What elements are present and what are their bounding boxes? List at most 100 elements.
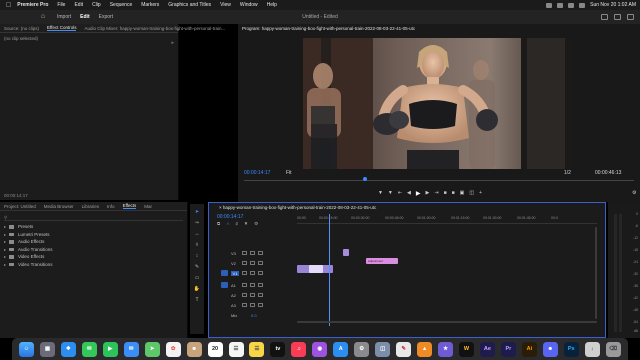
menu-file[interactable]: File [57,2,65,8]
program-current-timecode[interactable]: 00:00:14:17 [244,170,270,176]
after-effects-icon[interactable]: Ae [479,341,495,357]
calendar-icon[interactable]: 20 [207,341,223,357]
effects-item-audio-transitions[interactable]: ▸ Audio Transitions [0,246,187,254]
mic-icon[interactable] [258,293,263,297]
mix-value[interactable]: 0.0 [251,313,257,318]
solo-icon[interactable] [250,303,255,307]
trash-icon[interactable]: ⌫ [605,341,621,357]
control-center-icon[interactable] [579,2,586,8]
track-target[interactable] [221,292,228,298]
step-back-icon[interactable]: ◀ [407,190,411,197]
podcasts-icon[interactable]: ◉ [312,341,328,357]
photos-icon[interactable]: ✿ [165,341,181,357]
timeline-sequence-name[interactable]: happy-woman-training-box-fight-with-pers… [223,205,376,210]
finder-icon[interactable]: ☺ [18,341,34,357]
quick-export-icon[interactable] [614,14,621,20]
eye-icon[interactable] [258,261,263,265]
mute-icon[interactable] [242,303,247,307]
sync-icon[interactable] [250,261,255,265]
lock-icon[interactable] [242,261,247,265]
music-icon[interactable]: ♫ [291,341,307,357]
discord-icon[interactable]: ☻ [542,341,558,357]
premiere-icon[interactable]: Pr [500,341,516,357]
tab-info[interactable]: Info [107,204,115,209]
insert-overwrite-icon[interactable]: ⧉ [217,221,220,227]
track-header-mix[interactable]: Mix 0.0 [209,311,297,319]
tab-project[interactable]: Project: Untitled [4,204,36,209]
timeline-timecode[interactable]: 00:00:14:17 [217,214,243,220]
tab-media-browser[interactable]: Media Browser [44,204,74,209]
illustrator-icon[interactable]: Ai [521,341,537,357]
mute-icon[interactable] [242,283,247,287]
mic-icon[interactable] [258,283,263,287]
snap-icon[interactable]: ∩ [226,221,229,227]
workspaces-icon[interactable] [601,14,608,20]
track-header-v1[interactable]: V1 [209,269,297,277]
timeline-horizontal-scrollbar[interactable] [297,321,597,323]
add-marker-icon[interactable]: ▼ [244,221,248,227]
reminders-icon[interactable]: ☰ [228,341,244,357]
menu-clip[interactable]: Clip [92,2,101,8]
extract-icon[interactable]: ■ [452,190,455,197]
contacts-icon[interactable]: ☻ [186,341,202,357]
menu-clock[interactable]: Sun Nov 20 1:02 AM [590,2,636,8]
tab-libraries[interactable]: Libraries [82,204,99,209]
facetime-icon[interactable]: ▶ [102,341,118,357]
timeline-vertical-scrollbar[interactable] [595,227,597,319]
appletv-icon[interactable]: tv [270,341,286,357]
wifi-icon[interactable] [557,2,564,8]
track-select-icon[interactable]: ⇒ [194,219,201,226]
timeline-playhead[interactable] [329,214,330,326]
go-to-in-icon[interactable]: ⇤ [398,190,402,197]
menu-graphics[interactable]: Graphics and Titles [168,2,211,8]
track-header-v2[interactable]: V2 [209,259,297,267]
adjustment-layer-clip[interactable]: Adjustment [366,258,398,264]
track-header-a2[interactable]: A2 [209,291,297,299]
track-header-a3[interactable]: A3 [209,301,297,309]
menu-app-name[interactable]: Premiere Pro [17,2,48,8]
menu-view[interactable]: View [220,2,231,8]
sync-icon[interactable] [250,271,255,275]
menu-window[interactable]: Window [240,2,258,8]
add-button-icon[interactable]: + [479,190,482,197]
lock-icon[interactable] [242,251,247,255]
vlc-icon[interactable]: ▲ [417,341,433,357]
export-frame-icon[interactable]: ▣ [460,190,465,197]
notes-icon[interactable]: ☰ [249,341,265,357]
track-header-a1[interactable]: A1 [209,281,297,289]
downloads-icon[interactable]: ↓ [584,341,600,357]
play-icon[interactable]: ▶ [416,190,421,197]
sync-icon[interactable] [250,251,255,255]
launchpad-icon[interactable]: ▦ [39,341,55,357]
timeline-close-icon[interactable]: × [219,205,222,210]
chevron-right-icon[interactable]: ▸ [171,40,174,46]
lift-icon[interactable]: ■ [444,190,447,197]
resolution-dropdown[interactable]: 1/2 [564,170,571,176]
program-scrub-bar[interactable] [244,180,634,181]
menu-sequence[interactable]: Sequence [110,2,133,8]
track-target[interactable] [221,282,228,288]
effects-item-video-transitions[interactable]: ▸ Video Transitions [0,261,187,269]
slip-icon[interactable]: ↕ [194,252,201,259]
program-playhead[interactable] [363,177,367,181]
tab-effects[interactable]: Effects [122,203,137,209]
tab-audio-clip-mixer[interactable]: Audio Clip Mixer: happy-woman-training-b… [84,26,225,31]
lock-icon[interactable] [242,271,247,275]
menu-help[interactable]: Help [267,2,277,8]
settings-icon[interactable]: ⚙ [354,341,370,357]
tab-source[interactable]: Source: (no clips) [4,26,39,31]
word-icon[interactable]: W [458,341,474,357]
mark-in-icon[interactable]: ▼ [378,190,383,197]
battery-icon[interactable] [546,2,553,8]
selection-tool-icon[interactable]: ➤ [194,208,201,215]
solo-icon[interactable] [250,283,255,287]
maps-icon[interactable]: ➤ [144,341,160,357]
mail-icon[interactable]: ✉ [123,341,139,357]
eye-icon[interactable] [258,251,263,255]
comparison-view-icon[interactable]: ◫ [469,190,474,197]
solo-icon[interactable] [250,293,255,297]
go-to-out-icon[interactable]: ⇥ [434,190,438,197]
eye-icon[interactable] [258,271,263,275]
step-forward-icon[interactable]: ▶ [426,190,430,197]
appstore-icon[interactable]: A [333,341,349,357]
